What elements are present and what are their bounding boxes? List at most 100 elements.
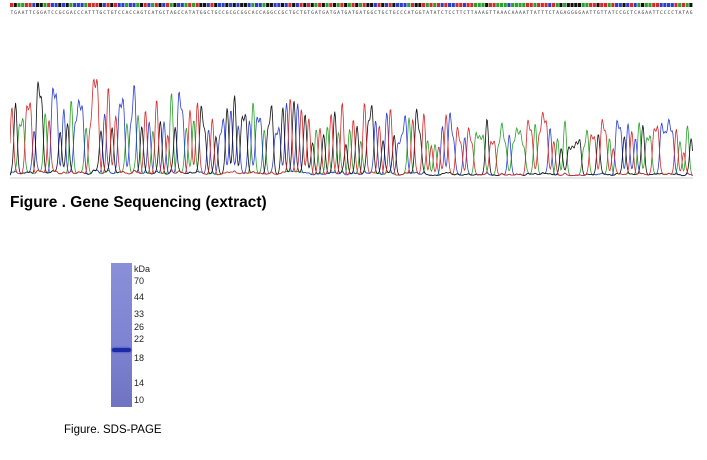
- base-call-marker: [125, 3, 129, 7]
- base-letter: C: [404, 10, 407, 16]
- base-letter: G: [36, 10, 39, 16]
- base-letter: T: [675, 10, 678, 16]
- base-call-marker: [232, 3, 236, 7]
- base-letter: A: [564, 10, 567, 16]
- base-letter: C: [374, 10, 377, 16]
- base-call-marker: [555, 3, 559, 7]
- base-letter: T: [422, 10, 425, 16]
- base-call-marker: [514, 3, 518, 7]
- marker-26: 26: [134, 322, 145, 332]
- base-call-marker: [425, 3, 429, 7]
- base-call-marker: [544, 3, 548, 7]
- base-letter: T: [593, 10, 596, 16]
- base-letter: G: [419, 10, 422, 16]
- base-letter: A: [649, 10, 652, 16]
- base-call-marker: [273, 3, 277, 7]
- base-letter: G: [140, 10, 143, 16]
- base-letter: A: [500, 10, 503, 16]
- base-call-marker: [269, 3, 273, 7]
- chromatogram-traces: [10, 78, 693, 179]
- base-call-marker: [566, 3, 570, 7]
- base-call-marker: [678, 3, 682, 7]
- base-call-marker: [607, 3, 611, 7]
- base-call-marker: [496, 3, 500, 7]
- base-letter: G: [641, 10, 644, 16]
- base-call-marker: [132, 3, 136, 7]
- base-letter: G: [241, 10, 244, 16]
- base-letter: T: [166, 10, 169, 16]
- base-call-marker: [217, 3, 221, 7]
- base-letter: T: [541, 10, 544, 16]
- base-letter: T: [389, 10, 392, 16]
- base-call-marker: [381, 3, 385, 7]
- base-call-marker: [433, 3, 437, 7]
- base-letter: C: [397, 10, 400, 16]
- base-call-marker: [659, 3, 663, 7]
- protein-band: [112, 348, 131, 352]
- sequence-base-strip: TGAATTCGGATCCGCGACCCATTTGCTGTCCACCAGTCAT…: [10, 3, 693, 16]
- base-letter: T: [378, 10, 381, 16]
- base-call-marker: [507, 3, 511, 7]
- base-letter: G: [415, 10, 418, 16]
- base-letter: G: [567, 10, 570, 16]
- base-letter: T: [300, 10, 303, 16]
- base-letter: G: [233, 10, 236, 16]
- base-letter: C: [118, 10, 121, 16]
- base-letter: C: [133, 10, 136, 16]
- base-letter: A: [348, 10, 351, 16]
- base-call-marker: [173, 3, 177, 7]
- base-letter: G: [597, 10, 600, 16]
- base-call-marker: [295, 3, 299, 7]
- base-call-marker: [177, 3, 181, 7]
- base-call-marker: [618, 3, 622, 7]
- base-letter: T: [460, 10, 463, 16]
- base-letter: T: [196, 10, 199, 16]
- base-call-marker: [340, 3, 344, 7]
- base-call-marker: [384, 3, 389, 7]
- base-letter: A: [586, 10, 589, 16]
- base-call-marker: [525, 3, 530, 7]
- base-call-marker: [299, 3, 303, 7]
- base-call-marker: [537, 3, 541, 7]
- base-call-marker: [236, 3, 240, 7]
- base-call-marker: [503, 3, 507, 7]
- base-call-marker: [99, 3, 103, 7]
- base-call-marker: [262, 3, 266, 7]
- base-call-marker: [600, 3, 604, 7]
- base-letter: G: [322, 10, 325, 16]
- base-letter: A: [434, 10, 437, 16]
- base-letter: C: [207, 10, 210, 16]
- base-call-marker: [280, 3, 285, 7]
- base-call-marker: [284, 3, 288, 7]
- base-letter: A: [170, 10, 173, 16]
- base-letter: A: [608, 10, 611, 16]
- base-letter: A: [137, 10, 140, 16]
- base-call-marker: [50, 3, 54, 7]
- base-letter: A: [679, 10, 682, 16]
- base-call-marker: [106, 3, 110, 7]
- base-letter: T: [411, 10, 414, 16]
- base-call-marker: [681, 3, 685, 7]
- base-letter: C: [619, 10, 622, 16]
- base-call-marker: [652, 3, 656, 7]
- base-letter: A: [408, 10, 411, 16]
- base-letter: G: [159, 10, 162, 16]
- base-call-marker: [24, 3, 28, 7]
- base-call-marker: [54, 3, 58, 7]
- base-letter: G: [367, 10, 370, 16]
- base-call-marker: [47, 3, 51, 7]
- base-letter: T: [493, 10, 496, 16]
- base-call-marker: [84, 3, 88, 7]
- marker-33: 33: [134, 309, 145, 319]
- base-call-marker: [448, 3, 452, 7]
- base-call-marker: [147, 3, 151, 7]
- base-call-marker: [585, 3, 589, 7]
- base-call-marker: [69, 3, 73, 7]
- base-letter: G: [270, 10, 273, 16]
- base-letter: T: [363, 10, 366, 16]
- marker-44: 44: [134, 292, 145, 302]
- base-call-marker: [76, 3, 80, 7]
- base-call-marker: [485, 3, 489, 7]
- base-letter: A: [504, 10, 507, 16]
- base-letter: C: [77, 10, 80, 16]
